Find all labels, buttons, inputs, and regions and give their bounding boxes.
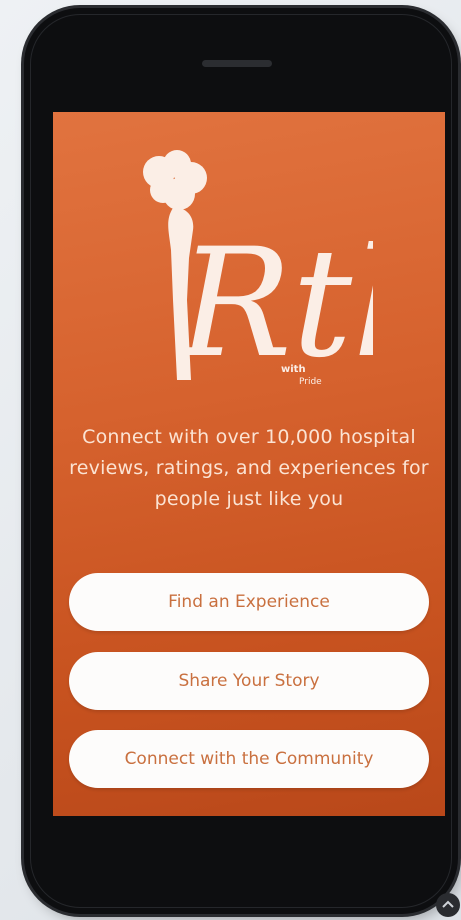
logo-sub-with: with (281, 364, 306, 375)
share-story-button[interactable]: Share Your Story (69, 652, 429, 710)
phone-frame: Rth with Pride Connect with over 10,000 … (24, 8, 458, 914)
tagline: Connect with over 10,000 hospital review… (69, 426, 429, 510)
connect-community-button[interactable]: Connect with the Community (69, 730, 429, 788)
find-experience-button[interactable]: Find an Experience (69, 573, 429, 631)
logo-sub-pride: Pride (299, 377, 322, 387)
logo-wordmark: Rth (176, 217, 373, 390)
brand-logo: Rth with Pride (143, 150, 373, 390)
cloud-icon (143, 150, 207, 210)
app-screen: Rth with Pride Connect with over 10,000 … (53, 112, 445, 816)
stage: Rth with Pride Connect with over 10,000 … (0, 0, 461, 920)
corner-arrow-icon (436, 893, 460, 917)
phone-speaker (202, 60, 272, 67)
